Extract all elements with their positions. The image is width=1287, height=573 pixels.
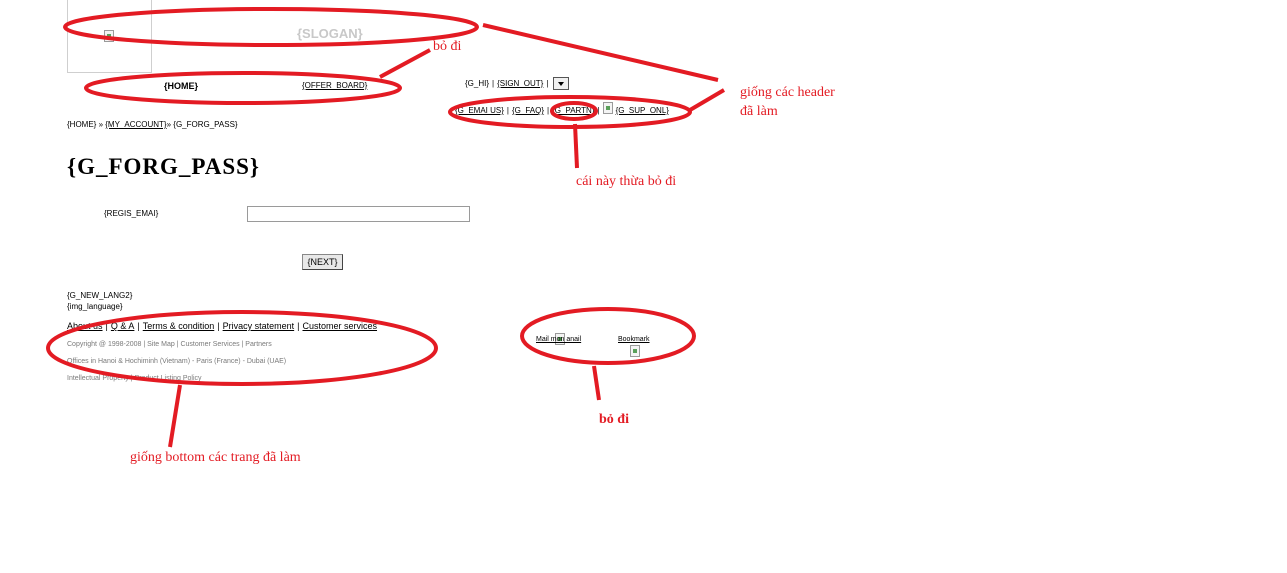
separator: | <box>217 321 220 331</box>
footer-link-qa[interactable]: Q & A <box>111 321 135 331</box>
bookmark-link[interactable]: Bookmark <box>618 336 650 343</box>
annotation-remove-bottom: bỏ đi <box>599 412 629 427</box>
footer-policy: Intellectual Property | Product Listing … <box>67 375 202 382</box>
separator: | <box>597 106 600 115</box>
annotation-line <box>168 384 182 448</box>
nav-offer-board-link[interactable]: {OFFER_BOARD} <box>302 81 367 90</box>
annotation-line <box>573 123 579 169</box>
annotation-redundant: cái này thừa bỏ đi <box>576 174 677 189</box>
bookmark-image-icon <box>630 345 640 357</box>
breadcrumb-current: {G_FORG_PASS} <box>173 120 238 129</box>
footer-link-privacy[interactable]: Privacy statement <box>223 321 295 331</box>
annotation-same-header: giống các header đã làm <box>740 83 835 121</box>
image-language-label: {img_language} <box>67 302 123 311</box>
nav-home-link[interactable]: {HOME} <box>164 81 198 91</box>
footer-link-about[interactable]: About us <box>67 321 103 331</box>
page-title: {G_FORG_PASS} <box>67 154 260 179</box>
email-us-link[interactable]: {G_EMAI US} <box>455 106 504 115</box>
support-online-link[interactable]: {G_SUP_ONL} <box>616 106 669 115</box>
footer-link-customer-services[interactable]: Customer services <box>302 321 377 331</box>
separator: | <box>546 79 549 88</box>
header-links: {G_EMAI US} | {G_FAQ} | {G_PARTN} | {G_S… <box>455 101 669 115</box>
footer-offices: Offices in Hanoi & Hochiminh (Vietnam) -… <box>67 358 287 365</box>
annotation-line-2: đã làm <box>740 104 778 119</box>
annotation-line <box>379 48 431 79</box>
footer-link-terms[interactable]: Terms & condition <box>143 321 215 331</box>
greeting: {G_HI} <box>465 79 490 88</box>
footer-links: About us | Q & A | Terms & condition | Privacy… <box>67 321 377 331</box>
separator: | <box>506 106 509 115</box>
partner-link[interactable]: {G_PARTN} <box>552 106 594 115</box>
sign-out-link[interactable]: {SIGN_OUT} <box>497 79 543 88</box>
next-button[interactable]: {NEXT} <box>302 254 343 270</box>
new-language-label: {G_NEW_LANG2} <box>67 291 133 300</box>
breadcrumb-my-account[interactable]: {MY_ACCOUNT} <box>105 120 166 129</box>
footer-copyright: Copyright @ 1998-2008 | Site Map | Custo… <box>67 341 272 348</box>
email-input[interactable] <box>247 206 470 222</box>
annotation-line-1: giống các header <box>740 85 835 100</box>
language-dropdown[interactable] <box>553 77 570 90</box>
breadcrumb: {HOME} » {MY_ACCOUNT}» {G_FORG_PASS} <box>67 120 238 129</box>
faq-link[interactable]: {G_FAQ} <box>512 106 544 115</box>
support-image-icon <box>602 101 613 114</box>
separator: | <box>137 321 140 331</box>
email-label: {REGIS_EMAI} <box>104 209 159 218</box>
annotation-remove-top: bỏ đi <box>433 39 462 54</box>
annotation-line <box>482 23 719 82</box>
user-bar: {G_HI} | {SIGN_OUT} | <box>465 77 570 90</box>
separator: | <box>297 321 300 331</box>
slogan: {SLOGAN} <box>297 26 363 41</box>
breadcrumb-separator: » <box>96 120 106 129</box>
separator: | <box>492 79 495 88</box>
logo-image-icon <box>104 30 114 42</box>
annotation-line <box>688 88 726 112</box>
separator: | <box>547 106 550 115</box>
annotation-line <box>592 365 601 401</box>
annotation-same-bottom: giống bottom các trang đã làm <box>130 450 301 465</box>
mail-link[interactable]: Mail mon anail <box>536 336 581 343</box>
separator: | <box>105 321 108 331</box>
breadcrumb-home[interactable]: {HOME} <box>67 120 96 129</box>
